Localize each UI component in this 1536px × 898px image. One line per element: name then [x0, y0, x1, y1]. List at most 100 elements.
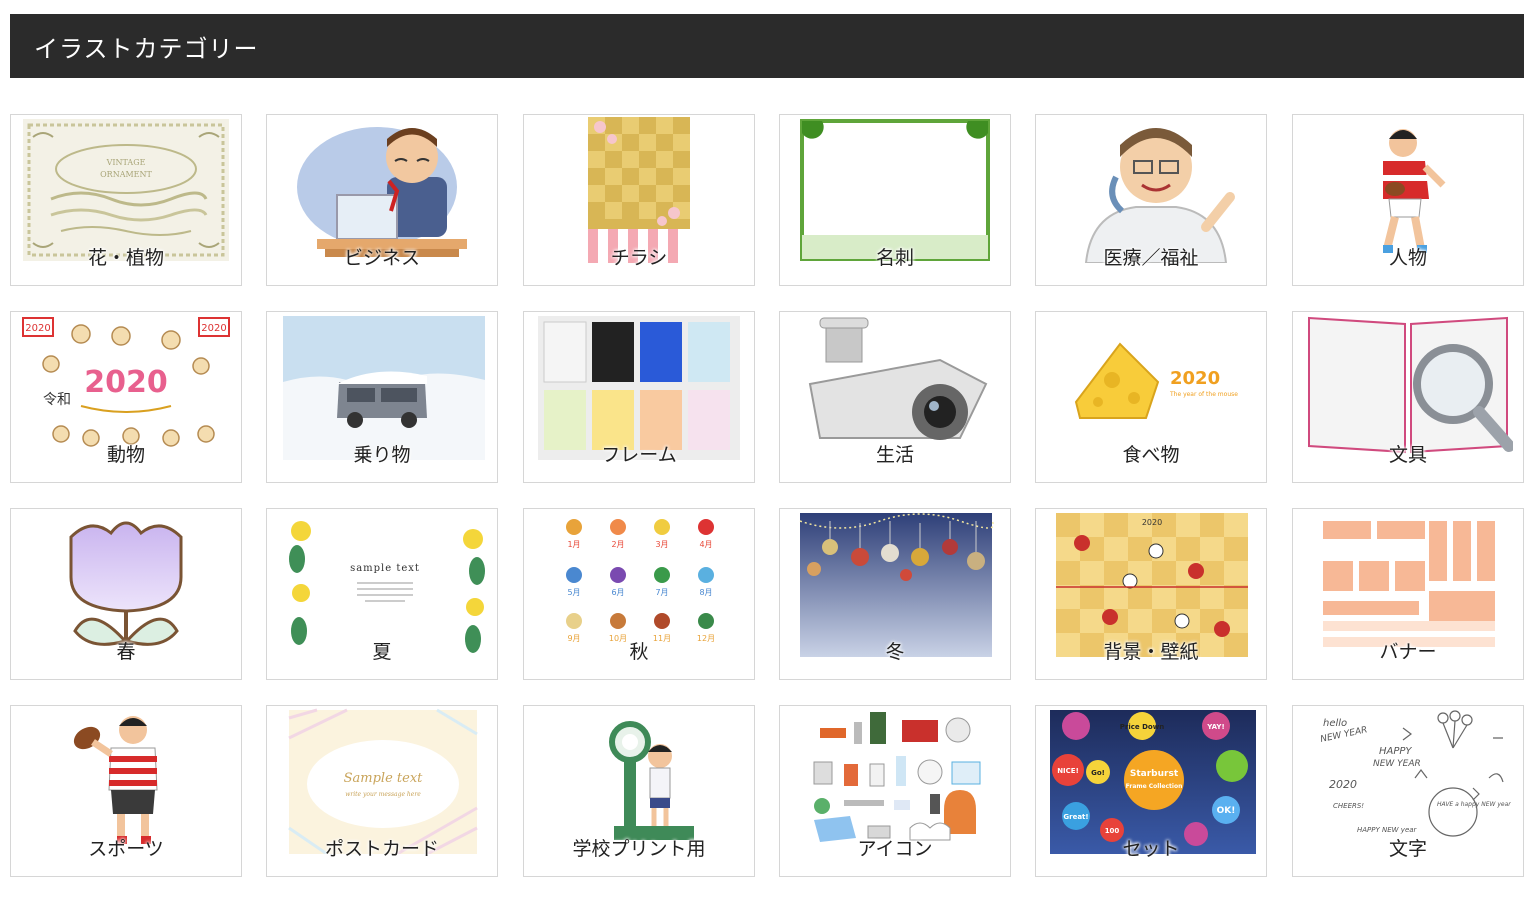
mouse-new-year-icon: 2020 2020 2020 令和 — [21, 314, 231, 460]
category-label: 文具 — [1388, 444, 1427, 466]
month-label: 8月 — [699, 588, 712, 597]
book-magnifier-icon — [1303, 314, 1513, 460]
category-label: スポーツ — [88, 838, 164, 860]
category-label: 春 — [116, 641, 136, 663]
category-card-letters[interactable]: hello NEW YEAR HAPPY NEW YEAR 2020 CHEER… — [1292, 705, 1524, 877]
category-label: バナー — [1379, 641, 1437, 663]
camping-goods-icon — [790, 708, 1000, 854]
monthly-icons-icon: 1月 2月 3月 4月 5月 6月 7月 8月 9月 10月 11月 12月 — [534, 511, 744, 657]
ornament-text-2: ORNAMENT — [100, 170, 152, 179]
category-card-background[interactable]: 2020 背景・壁紙 — [1035, 508, 1267, 680]
category-label: 花・植物 — [87, 247, 164, 269]
category-label: 生活 — [875, 444, 914, 466]
category-label: 医療／福祉 — [1103, 247, 1199, 269]
banner-set-icon — [1303, 511, 1513, 657]
letters-text: HAPPY NEW year — [1357, 826, 1418, 834]
category-card-business-card[interactable]: 名刺 — [779, 114, 1011, 286]
page-title: イラストカテゴリー — [34, 34, 259, 63]
football-boy-icon — [21, 708, 231, 854]
category-label: 冬 — [885, 641, 905, 663]
letters-text: hello — [1323, 718, 1347, 729]
starburst-set-icon: Price Down YAY! NICE! Go! Starburst Fram… — [1046, 708, 1256, 854]
year-tag-text: The year of the mouse — [1169, 391, 1238, 398]
category-label: 人物 — [1388, 247, 1427, 269]
doctor-icon — [1046, 117, 1256, 263]
category-card-winter[interactable]: 冬 — [779, 508, 1011, 680]
sample-text: sample text — [350, 563, 420, 574]
month-label: 7月 — [655, 588, 668, 597]
businessman-icon — [277, 117, 487, 263]
year-big-text: 2020 — [84, 365, 168, 400]
category-card-set[interactable]: Price Down YAY! NICE! Go! Starburst Fram… — [1035, 705, 1267, 877]
starburst-text: Frame Collection — [1126, 783, 1183, 790]
category-label: 夏 — [372, 641, 392, 663]
month-label: 3月 — [655, 540, 668, 549]
category-card-stationery[interactable]: 文具 — [1292, 311, 1524, 483]
category-label: フレーム — [601, 444, 677, 466]
letters-text: CHEERS! — [1333, 802, 1364, 810]
category-card-autumn[interactable]: 1月 2月 3月 4月 5月 6月 7月 8月 9月 10月 11月 12月 秋 — [523, 508, 755, 680]
year-text: 2020 — [1170, 368, 1220, 389]
month-label: 1月 — [567, 540, 580, 549]
category-card-sports[interactable]: スポーツ — [10, 705, 242, 877]
month-label: 4月 — [699, 540, 712, 549]
category-label: 名刺 — [875, 247, 914, 269]
category-label: 文字 — [1388, 838, 1427, 860]
category-card-summer[interactable]: sample text 夏 — [266, 508, 498, 680]
category-card-banner[interactable]: バナー — [1292, 508, 1524, 680]
business-card-frame-icon — [790, 117, 1000, 263]
rugby-player-icon — [1303, 117, 1513, 263]
category-card-food[interactable]: 2020 The year of the mouse 食べ物 — [1035, 311, 1267, 483]
category-label: チラシ — [610, 247, 668, 269]
starburst-text: NICE! — [1057, 767, 1079, 775]
category-header: イラストカテゴリー — [10, 14, 1524, 78]
category-label: アイコン — [857, 838, 933, 860]
snow-car-icon — [277, 314, 487, 460]
category-card-flowers[interactable]: VINTAGE ORNAMENT 花・植物 — [10, 114, 242, 286]
category-label: 食べ物 — [1122, 444, 1180, 466]
category-card-icons[interactable]: アイコン — [779, 705, 1011, 877]
starburst-text: 100 — [1105, 827, 1120, 835]
starburst-text: YAY! — [1206, 723, 1224, 731]
letters-text: HAPPY — [1379, 746, 1412, 757]
category-card-animals[interactable]: 2020 2020 2020 令和 動物 — [10, 311, 242, 483]
summer-frame-icon: sample text — [277, 511, 487, 657]
category-card-business[interactable]: ビジネス — [266, 114, 498, 286]
year-text: 2020 — [201, 323, 226, 334]
tulip-icon — [21, 511, 231, 657]
year-text: 2020 — [25, 323, 50, 334]
starburst-text: Go! — [1091, 769, 1105, 777]
category-card-medical[interactable]: 医療／福祉 — [1035, 114, 1267, 286]
starburst-text: Great! — [1063, 813, 1088, 821]
postcard-main-text: Sample text — [344, 771, 424, 786]
winter-ornaments-icon — [790, 511, 1000, 657]
category-label: 背景・壁紙 — [1103, 641, 1199, 663]
month-label: 2月 — [611, 540, 624, 549]
category-label: 動物 — [106, 444, 145, 466]
category-card-postcard[interactable]: Sample text write your message here ポストカ… — [266, 705, 498, 877]
letters-text: HAVE a happy NEW year — [1437, 801, 1511, 808]
starburst-text: OK! — [1217, 806, 1236, 816]
flyer-sakura-icon — [534, 117, 744, 263]
reiwa-text: 令和 — [43, 392, 71, 408]
category-label: 学校プリント用 — [572, 838, 706, 860]
year-text: 2020 — [1142, 518, 1162, 527]
category-card-people[interactable]: 人物 — [1292, 114, 1524, 286]
category-card-frames[interactable]: フレーム — [523, 311, 755, 483]
month-label: 6月 — [611, 588, 624, 597]
frame-cards-icon — [534, 314, 744, 460]
category-label: 秋 — [629, 641, 649, 663]
category-card-spring[interactable]: 春 — [10, 508, 242, 680]
ornament-text-1: VINTAGE — [106, 158, 146, 167]
starburst-text: Starburst — [1130, 769, 1179, 779]
starburst-text: Price Down — [1120, 723, 1164, 731]
postcard-frame-icon: Sample text write your message here — [277, 708, 487, 854]
cheese-icon: 2020 The year of the mouse — [1046, 314, 1256, 460]
category-card-school-print[interactable]: 学校プリント用 — [523, 705, 755, 877]
category-card-vehicles[interactable]: 乗り物 — [266, 311, 498, 483]
category-card-flyer[interactable]: チラシ — [523, 114, 755, 286]
category-card-life[interactable]: 生活 — [779, 311, 1011, 483]
category-label: セット — [1122, 838, 1180, 860]
category-label: ポストカード — [324, 838, 439, 860]
scale-boy-icon — [534, 708, 744, 854]
